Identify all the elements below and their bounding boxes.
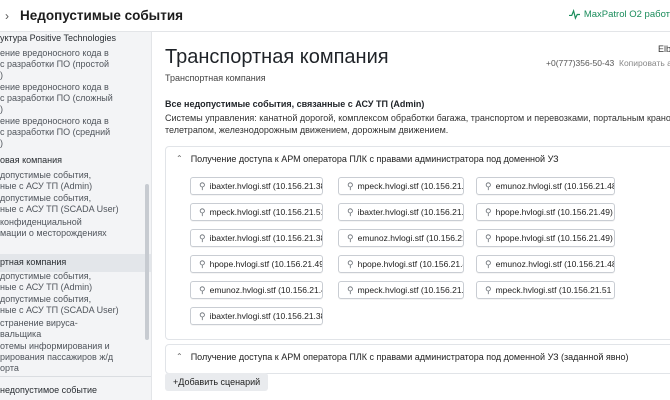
pulse-icon xyxy=(568,9,580,20)
sidebar-item[interactable]: овая компания xyxy=(0,155,62,166)
host-chip[interactable]: ⚲ ibaxter.hvlogi.stf (10.156.21.38 xyxy=(190,307,323,325)
host-icon: ⚲ xyxy=(199,258,206,269)
host-icon: ⚲ xyxy=(347,258,354,269)
sidebar-item[interactable]: ение вредоносного кода в с разработки ПО… xyxy=(0,82,113,115)
host-label: hpope.hvlogi.stf (10.156.21.49) xyxy=(209,259,323,269)
host-label: emunoz.hvlogi.stf (10.156.21.48) xyxy=(495,259,615,269)
host-icon: ⚲ xyxy=(199,310,206,321)
back-button[interactable]: › xyxy=(0,0,14,32)
product-status[interactable]: MaxPatrol O2 работ xyxy=(568,9,670,20)
scenario-card: ⌃ Получение доступа к АРМ оператора ПЛК … xyxy=(165,146,670,340)
host-icon: ⚲ xyxy=(347,206,354,217)
sidebar-item[interactable]: отемы информирования и рирования пассажи… xyxy=(0,341,113,374)
section-title: Все недопустимые события, связанные с АС… xyxy=(165,99,425,109)
add-event-link[interactable]: недопустимое событие xyxy=(0,376,151,400)
host-chip[interactable]: ⚲mpeck.hvlogi.stf (10.156.21.51) xyxy=(338,177,464,195)
host-icon: ⚲ xyxy=(485,284,492,295)
sidebar-item[interactable]: допустимые события, ные с АСУ ТП (Admin) xyxy=(0,170,92,192)
host-label: hpope.hvlogi.stf (10.156.21.49) xyxy=(495,233,613,243)
host-label: ibaxter.hvlogi.stf (10.156.21.38... xyxy=(357,207,464,217)
host-label: hpope.hvlogi.stf (10.156.21.49) xyxy=(357,259,464,269)
host-chip[interactable]: ⚲ibaxter.hvlogi.stf (10.156.21.38... xyxy=(190,177,323,195)
chevron-up-icon: ⌃ xyxy=(176,154,183,163)
host-chip[interactable]: ⚲mpeck.hvlogi.stf (10.156.21.51) xyxy=(338,281,464,299)
scenario-title: Получение доступа к АРМ оператора ПЛК с … xyxy=(190,352,629,362)
host-chip[interactable]: ⚲emunoz.hvlogi.stf (10.156.21.48)... xyxy=(190,281,323,299)
host-icon: ⚲ xyxy=(347,180,354,191)
host-label: mpeck.hvlogi.stf (10.156.21.51) xyxy=(357,181,464,191)
scenario-card-collapsed: ⌃ Получение доступа к АРМ оператора ПЛК … xyxy=(165,344,670,374)
sidebar: уктура Positive Technologies ение вредоно… xyxy=(0,32,152,400)
sidebar-item[interactable]: допустимые события, ные с АСУ ТП (Admin) xyxy=(0,271,92,293)
page-title: Недопустимые события xyxy=(20,8,184,23)
phone: +0(777)356-50-43 xyxy=(546,58,615,68)
host-label: ibaxter.hvlogi.stf (10.156.21.38... xyxy=(209,181,323,191)
host-chip[interactable]: ⚲ hpope.hvlogi.stf (10.156.21.49) xyxy=(338,255,464,273)
section-description: Системы управления: канатной дорогой, ко… xyxy=(165,113,670,135)
sidebar-item[interactable]: конфиденциальной мации о месторождениях xyxy=(0,217,107,239)
copy-address-link[interactable]: Копировать ад xyxy=(619,58,670,68)
host-label: mpeck.hvlogi.stf (10.156.21.51) xyxy=(209,207,323,217)
sidebar-item[interactable]: ртная компания xyxy=(0,257,66,268)
host-label: emunoz.hvlogi.stf (10.156.21.48)... xyxy=(357,233,463,243)
host-chip[interactable]: ⚲ emunoz.hvlogi.stf (10.156.21.48) xyxy=(476,255,615,273)
host-chip[interactable]: ⚲ emunoz.hvlogi.stf (10.156.21.48) xyxy=(476,177,615,195)
host-label: emunoz.hvlogi.stf (10.156.21.48)... xyxy=(209,285,322,295)
sidebar-item[interactable]: допустимые события, ные с АСУ ТП (SCADA … xyxy=(0,193,119,215)
host-icon: ⚲ xyxy=(485,258,492,269)
host-icon: ⚲ xyxy=(485,206,492,217)
sidebar-item[interactable]: допустимые события, ные с АСУ ТП (SCADA … xyxy=(0,294,119,316)
host-label: emunoz.hvlogi.stf (10.156.21.48) xyxy=(495,181,615,191)
add-event-label: недопустимое событие xyxy=(0,385,98,395)
sidebar-item[interactable]: странение вируса- вальщика xyxy=(0,318,78,340)
host-chip[interactable]: ⚲ibaxter.hvlogi.stf (10.156.21.38... xyxy=(338,203,464,221)
company-subtitle: Транспортная компания xyxy=(165,73,266,83)
host-chip[interactable]: ⚲mpeck.hvlogi.stf (10.156.21.51) xyxy=(190,203,323,221)
host-icon: ⚲ xyxy=(199,206,206,217)
host-icon: ⚲ xyxy=(199,232,206,243)
host-chip[interactable]: ⚲ mpeck.hvlogi.stf (10.156.21.51 xyxy=(476,281,615,299)
product-name: MaxPatrol O2 работ xyxy=(583,9,670,20)
add-scenario-button[interactable]: +Добавить сценарий xyxy=(165,373,269,391)
host-label: mpeck.hvlogi.stf (10.156.21.51 xyxy=(495,285,612,295)
sidebar-scrollbar[interactable] xyxy=(145,184,149,340)
host-label: hpope.hvlogi.stf (10.156.21.49) xyxy=(495,207,613,217)
scenario-title: Получение доступа к АРМ оператора ПЛК с … xyxy=(190,154,559,164)
host-icon: ⚲ xyxy=(485,180,492,191)
scenario-header[interactable]: ⌃ Получение доступа к АРМ оператора ПЛК … xyxy=(176,352,629,362)
host-icon: ⚲ xyxy=(347,284,354,295)
company-title: Транспортная компания xyxy=(165,46,389,68)
host-label: ibaxter.hvlogi.stf (10.156.21.38 xyxy=(209,311,323,321)
host-icon: ⚲ xyxy=(347,232,354,243)
host-icon: ⚲ xyxy=(485,232,492,243)
host-icon: ⚲ xyxy=(199,180,206,191)
sidebar-item[interactable]: уктура Positive Technologies xyxy=(0,33,116,44)
host-chip[interactable]: ⚲ hpope.hvlogi.stf (10.156.21.49) xyxy=(190,255,323,273)
host-chip[interactable]: ⚲ibaxter.hvlogi.stf (10.156.21.38... xyxy=(190,229,323,247)
host-chip[interactable]: ⚲emunoz.hvlogi.stf (10.156.21.48)... xyxy=(338,229,464,247)
top-bar: › Недопустимые события MaxPatrol O2 рабо… xyxy=(0,0,670,32)
host-label: mpeck.hvlogi.stf (10.156.21.51) xyxy=(357,285,464,295)
host-icon: ⚲ xyxy=(199,284,206,295)
main-content: Транспортная компания Транспортная компа… xyxy=(152,32,670,400)
org-short: Elbe xyxy=(657,44,670,54)
chevron-left-icon: › xyxy=(5,8,9,23)
scenario-header[interactable]: ⌃ Получение доступа к АРМ оператора ПЛК … xyxy=(176,154,559,164)
host-chip[interactable]: ⚲ hpope.hvlogi.stf (10.156.21.49) xyxy=(476,229,615,247)
sidebar-item[interactable]: ение вредоносного кода в с разработки ПО… xyxy=(0,48,109,81)
host-label: ibaxter.hvlogi.stf (10.156.21.38... xyxy=(209,233,323,243)
chevron-up-icon: ⌃ xyxy=(176,352,183,361)
host-chip[interactable]: ⚲ hpope.hvlogi.stf (10.156.21.49) xyxy=(476,203,615,221)
sidebar-item[interactable]: ение вредоносного кода в с разработки ПО… xyxy=(0,116,110,149)
